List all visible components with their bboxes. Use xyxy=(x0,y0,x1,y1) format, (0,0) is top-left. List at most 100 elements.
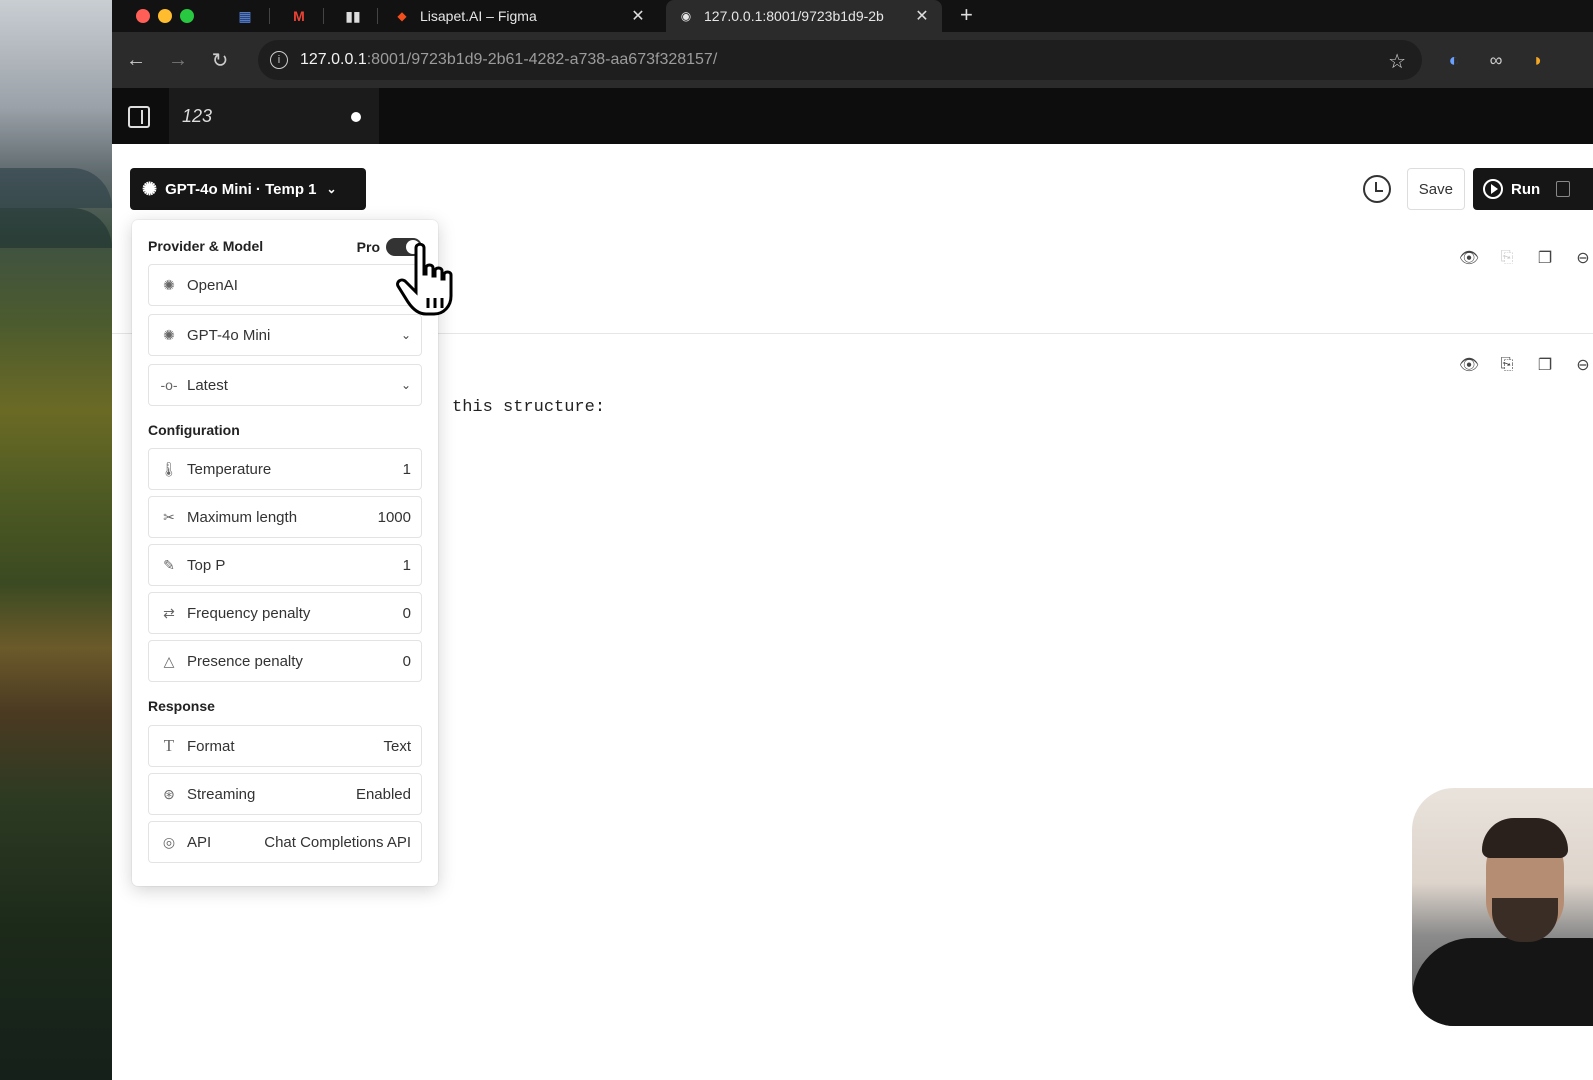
run-label: Run xyxy=(1511,180,1541,198)
streaming-field[interactable]: ⊛ Streaming Enabled xyxy=(148,773,422,815)
openai-icon: ✺ xyxy=(163,276,175,293)
document-tab[interactable]: 123 xyxy=(169,88,379,144)
history-icon[interactable] xyxy=(1362,175,1391,203)
sidebar-toggle-icon[interactable] xyxy=(128,106,150,128)
field-value: 0 xyxy=(402,652,411,670)
link-extension-icon[interactable]: ∞ xyxy=(1484,48,1508,72)
save-button[interactable]: Save xyxy=(1406,168,1465,210)
field-label: API xyxy=(187,833,212,851)
model-selector-label: GPT-4o Mini · Temp 1 xyxy=(165,180,317,198)
url-host: 127.0.0.1 xyxy=(300,51,367,68)
top-p-field[interactable]: ✎ Top P 1 xyxy=(148,544,422,586)
tab-title: 127.0.0.1:8001/9723b1d9-2b xyxy=(704,8,884,24)
tab-app[interactable]: ◉ 127.0.0.1:8001/9723b1d9-2b ✕ xyxy=(666,0,942,32)
window-minimize-button[interactable] xyxy=(158,9,172,23)
tab-title: Lisapet.AI – Figma xyxy=(420,8,537,24)
close-tab-icon[interactable]: ✕ xyxy=(914,6,930,26)
reload-button[interactable]: ↻ xyxy=(208,48,232,72)
version-value: Latest xyxy=(187,376,228,394)
chevron-down-icon: ⌄ xyxy=(400,328,411,342)
close-tab-icon[interactable]: ✕ xyxy=(630,6,646,26)
back-button[interactable]: ← xyxy=(124,48,148,72)
version-select[interactable]: -o- Latest ⌄ xyxy=(148,364,422,406)
frequency-penalty-field[interactable]: ⇄ Frequency penalty 0 xyxy=(148,592,422,634)
response-section-title: Response xyxy=(148,698,215,714)
url-path: :8001/9723b1d9-2b61-4282-a738-aa673f3281… xyxy=(366,51,718,68)
app-icon: ◉ xyxy=(680,9,692,23)
model-select[interactable]: ✺ GPT-4o Mini ⌄ xyxy=(148,314,422,356)
tab-strip: ▦ M ▮▮ ◆ Lisapet.AI – Figma ✕ ◉ 127.0.0.… xyxy=(112,0,1593,32)
scissors-icon: ✂ xyxy=(163,508,175,525)
configuration-section-title: Configuration xyxy=(148,422,240,438)
field-value: 1 xyxy=(402,460,411,478)
message-actions: 👁 ⎘ ❐ ⊖ xyxy=(1459,248,1593,268)
attach-icon[interactable]: ⎘ xyxy=(1497,355,1517,375)
run-options-icon[interactable] xyxy=(1556,181,1571,197)
provider-select[interactable]: ✺ OpenAI xyxy=(148,264,422,306)
copy-icon[interactable]: ❐ xyxy=(1535,355,1555,375)
browser-window: ▦ M ▮▮ ◆ Lisapet.AI – Figma ✕ ◉ 127.0.0.… xyxy=(112,0,1593,1080)
toolbar-actions: Save Run xyxy=(1362,168,1593,210)
provider-section-title: Provider & Model xyxy=(148,238,264,254)
address-row: ← → ↻ i 127.0.0.1:8001/9723b1d9-2b61-428… xyxy=(112,32,1593,88)
field-label: Temperature xyxy=(187,460,272,478)
presence-penalty-field[interactable]: △ Presence penalty 0 xyxy=(148,640,422,682)
field-value: Text xyxy=(383,737,411,755)
api-field[interactable]: ◎ API Chat Completions API xyxy=(148,821,422,863)
extension-icon[interactable]: ◐ xyxy=(1442,48,1466,72)
field-value: Chat Completions API xyxy=(264,833,411,851)
new-tab-button[interactable]: + xyxy=(960,2,973,28)
tab-figma[interactable]: ◆ Lisapet.AI – Figma ✕ xyxy=(382,0,658,32)
calendar-tab-icon[interactable]: ▦ xyxy=(234,6,256,26)
message-text[interactable]: this structure: xyxy=(452,398,605,417)
provider-value: OpenAI xyxy=(187,276,238,294)
thermometer-icon: 🌡 xyxy=(160,460,178,477)
model-value: GPT-4o Mini xyxy=(187,326,271,344)
window-close-button[interactable] xyxy=(136,9,150,23)
address-bar[interactable]: i 127.0.0.1:8001/9723b1d9-2b61-4282-a738… xyxy=(258,40,1422,80)
remove-icon[interactable]: ⊖ xyxy=(1573,248,1593,268)
attach-icon[interactable]: ⎘ xyxy=(1497,248,1517,268)
field-label: Maximum length xyxy=(187,508,298,526)
unsaved-indicator xyxy=(351,112,361,122)
play-icon xyxy=(1483,179,1503,199)
eye-icon[interactable]: 👁 xyxy=(1459,355,1479,375)
copy-icon[interactable]: ❐ xyxy=(1535,248,1555,268)
forward-button[interactable]: → xyxy=(166,48,190,72)
profile-extension-icon[interactable]: ◗ xyxy=(1526,48,1550,72)
field-value: 1 xyxy=(402,556,411,574)
figma-icon: ◆ xyxy=(397,9,407,23)
run-button[interactable]: Run xyxy=(1473,168,1593,210)
hand-cursor-icon xyxy=(396,242,453,316)
model-settings-panel: Provider & Model Pro ✺ OpenAI ✺ GPT-4o M… xyxy=(132,220,438,886)
bookmark-star-icon[interactable]: ☆ xyxy=(1388,49,1406,74)
app-topbar: 123 xyxy=(112,88,1593,144)
site-info-icon[interactable]: i xyxy=(270,51,288,69)
analytics-tab-icon[interactable]: ▮▮ xyxy=(342,6,364,26)
field-value: Enabled xyxy=(355,785,411,803)
openai-icon: ✺ xyxy=(163,326,175,343)
document-tab-title: 123 xyxy=(182,105,213,126)
commit-icon: -o- xyxy=(160,377,178,393)
field-value: 1000 xyxy=(377,508,411,526)
field-value: 0 xyxy=(402,604,411,622)
model-selector-button[interactable]: ✺ GPT-4o Mini · Temp 1 ⌄ xyxy=(130,168,366,210)
chevron-down-icon: ⌄ xyxy=(400,378,411,392)
remove-icon[interactable]: ⊖ xyxy=(1573,355,1593,375)
openai-icon: ✺ xyxy=(142,178,158,199)
field-label: Top P xyxy=(187,556,226,574)
field-label: Presence penalty xyxy=(187,652,303,670)
temperature-field[interactable]: 🌡 Temperature 1 xyxy=(148,448,422,490)
pro-label: Pro xyxy=(356,239,380,255)
format-field[interactable]: T Format Text xyxy=(148,725,422,767)
max-length-field[interactable]: ✂ Maximum length 1000 xyxy=(148,496,422,538)
desktop-wallpaper xyxy=(0,0,112,1080)
webcam-overlay xyxy=(1412,788,1593,1026)
field-label: Format xyxy=(187,737,235,755)
chevron-down-icon: ⌄ xyxy=(326,182,337,196)
window-maximize-button[interactable] xyxy=(180,9,194,23)
target-icon: ◎ xyxy=(162,833,176,850)
gmail-tab-icon[interactable]: M xyxy=(288,6,310,26)
eye-icon[interactable]: 👁 xyxy=(1459,248,1479,268)
pen-icon: ✎ xyxy=(163,556,175,573)
